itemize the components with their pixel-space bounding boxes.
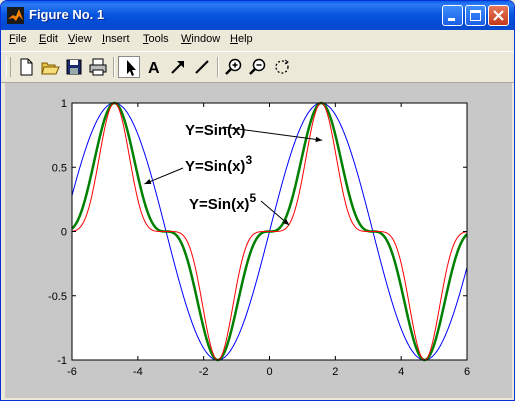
x-tick-label: 2 (332, 366, 338, 378)
x-tick-label: -2 (199, 366, 209, 378)
menu-help[interactable]: Help (230, 33, 253, 45)
insert-text-button[interactable]: A (143, 56, 165, 78)
open-folder-icon (41, 62, 60, 75)
print-icon (89, 58, 107, 76)
y-tick-label: 1 (61, 98, 67, 110)
annotation-label: Y=Sin(x) (185, 122, 245, 139)
menu-edit[interactable]: Edit (39, 33, 58, 45)
select-tool-button[interactable] (118, 56, 140, 78)
open-file-button[interactable] (39, 56, 61, 78)
x-tick-label: 6 (464, 366, 470, 378)
menu-file[interactable]: File (9, 33, 27, 45)
minimize-button[interactable] (442, 5, 463, 26)
zoom-in-icon (225, 58, 242, 75)
menu-tools[interactable]: Tools (143, 33, 169, 45)
close-icon (493, 10, 504, 21)
menu-insert[interactable]: Insert (102, 33, 130, 45)
x-tick-label: 0 (266, 366, 272, 378)
maximize-button[interactable] (465, 5, 486, 26)
zoom-in-button[interactable] (223, 56, 245, 78)
zoom-out-icon (249, 58, 266, 75)
toolbar: A (1, 51, 514, 83)
menu-bar: File Edit View Insert Tools Window Help (1, 30, 514, 50)
maximize-icon (470, 10, 481, 21)
x-tick-label: -4 (133, 366, 143, 378)
insert-arrow-button[interactable] (167, 56, 189, 78)
toolbar-grip[interactable] (6, 57, 11, 77)
y-tick-label: 0 (61, 227, 67, 239)
new-file-icon (20, 58, 33, 76)
menu-view[interactable]: View (68, 33, 92, 45)
sine-powers-plot: -6 -4 -2 0 2 4 6-1-0.500.51 Y=Sin(x)Y=Sin(x)3Y… (48, 98, 470, 378)
x-tick-label: 4 (398, 366, 404, 378)
matlab-logo-icon (7, 7, 24, 24)
zoom-out-button[interactable] (247, 56, 269, 78)
toolbar-separator (113, 57, 115, 77)
rotate-3d-button[interactable] (271, 56, 293, 78)
y-tick-label: -1 (57, 355, 67, 367)
save-button[interactable] (63, 56, 85, 78)
y-tick-label: -0.5 (48, 291, 67, 303)
figure-window: Figure No. 1 File Edit View Insert Tools… (0, 0, 515, 401)
save-icon (66, 59, 82, 75)
insert-text-icon: A (148, 60, 160, 77)
new-file-button[interactable] (15, 56, 37, 78)
text-tool-glyph: A (148, 60, 160, 77)
insert-arrow-icon (171, 61, 184, 74)
minimize-icon (448, 18, 455, 21)
toolbar-separator (217, 57, 219, 77)
insert-line-button[interactable] (191, 56, 213, 78)
window-title: Figure No. 1 (29, 7, 105, 22)
menu-window[interactable]: Window (181, 33, 220, 45)
x-tick-label: -6 (67, 366, 77, 378)
close-button[interactable] (488, 5, 509, 26)
insert-line-icon (195, 60, 209, 74)
rotate-3d-icon (275, 59, 289, 74)
figure-canvas: -6 -4 -2 0 2 4 6 -1 -0.5 0 0.5 1 Y=Sin(x) Y=Sin(x)3 Y… (5, 83, 512, 398)
select-arrow-icon (127, 60, 136, 76)
print-button[interactable] (87, 56, 109, 78)
title-bar[interactable]: Figure No. 1 (1, 1, 514, 30)
y-tick-label: 0.5 (52, 162, 67, 174)
